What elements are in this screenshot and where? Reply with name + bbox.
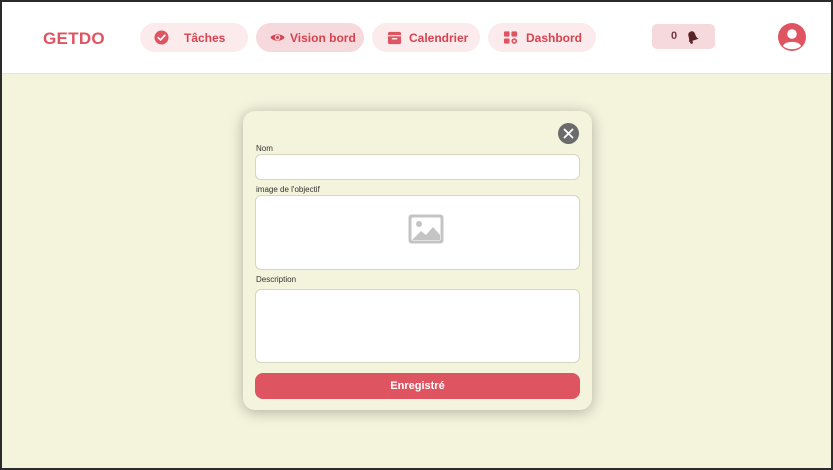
user-avatar[interactable] bbox=[778, 23, 806, 51]
image-upload-area[interactable] bbox=[255, 195, 580, 270]
bell-icon bbox=[688, 31, 699, 44]
nav-item-dashbord[interactable]: Dashbord bbox=[488, 23, 596, 52]
nav-item-label: Dashbord bbox=[526, 31, 583, 45]
eye-icon bbox=[270, 34, 285, 41]
top-navigation-bar: GETDO Tâches Vision bord Calendrier Dash… bbox=[2, 2, 831, 74]
nav-item-taches[interactable]: Tâches bbox=[140, 23, 248, 52]
dashboard-icon bbox=[503, 31, 518, 44]
goal-form-modal: Nom image de l'objectif Description Enre… bbox=[243, 111, 592, 410]
description-textarea[interactable] bbox=[256, 290, 579, 362]
submit-button[interactable]: Enregistré bbox=[255, 373, 580, 399]
app-logo[interactable]: GETDO bbox=[43, 29, 105, 49]
nav-item-label: Calendrier bbox=[409, 31, 469, 45]
nav-item-label: Tâches bbox=[184, 31, 226, 45]
image-label: image de l'objectif bbox=[256, 185, 320, 194]
name-label: Nom bbox=[256, 144, 273, 153]
user-avatar-icon bbox=[783, 29, 801, 50]
close-button[interactable] bbox=[558, 123, 579, 144]
description-label: Description bbox=[256, 275, 297, 284]
calendar-icon bbox=[387, 31, 402, 45]
notification-count: 0 bbox=[671, 30, 678, 42]
nav-item-label: Vision bord bbox=[290, 31, 356, 45]
description-field-wrapper bbox=[255, 289, 580, 363]
name-field-wrapper bbox=[255, 154, 580, 180]
name-input[interactable] bbox=[256, 155, 579, 179]
nav-item-vision-bord[interactable]: Vision bord bbox=[256, 23, 364, 52]
nav-item-calendrier[interactable]: Calendrier bbox=[372, 23, 480, 52]
check-circle-icon bbox=[154, 30, 169, 45]
image-placeholder-icon bbox=[408, 214, 444, 244]
notifications-button[interactable]: 0 bbox=[652, 24, 715, 49]
close-icon bbox=[563, 128, 574, 139]
